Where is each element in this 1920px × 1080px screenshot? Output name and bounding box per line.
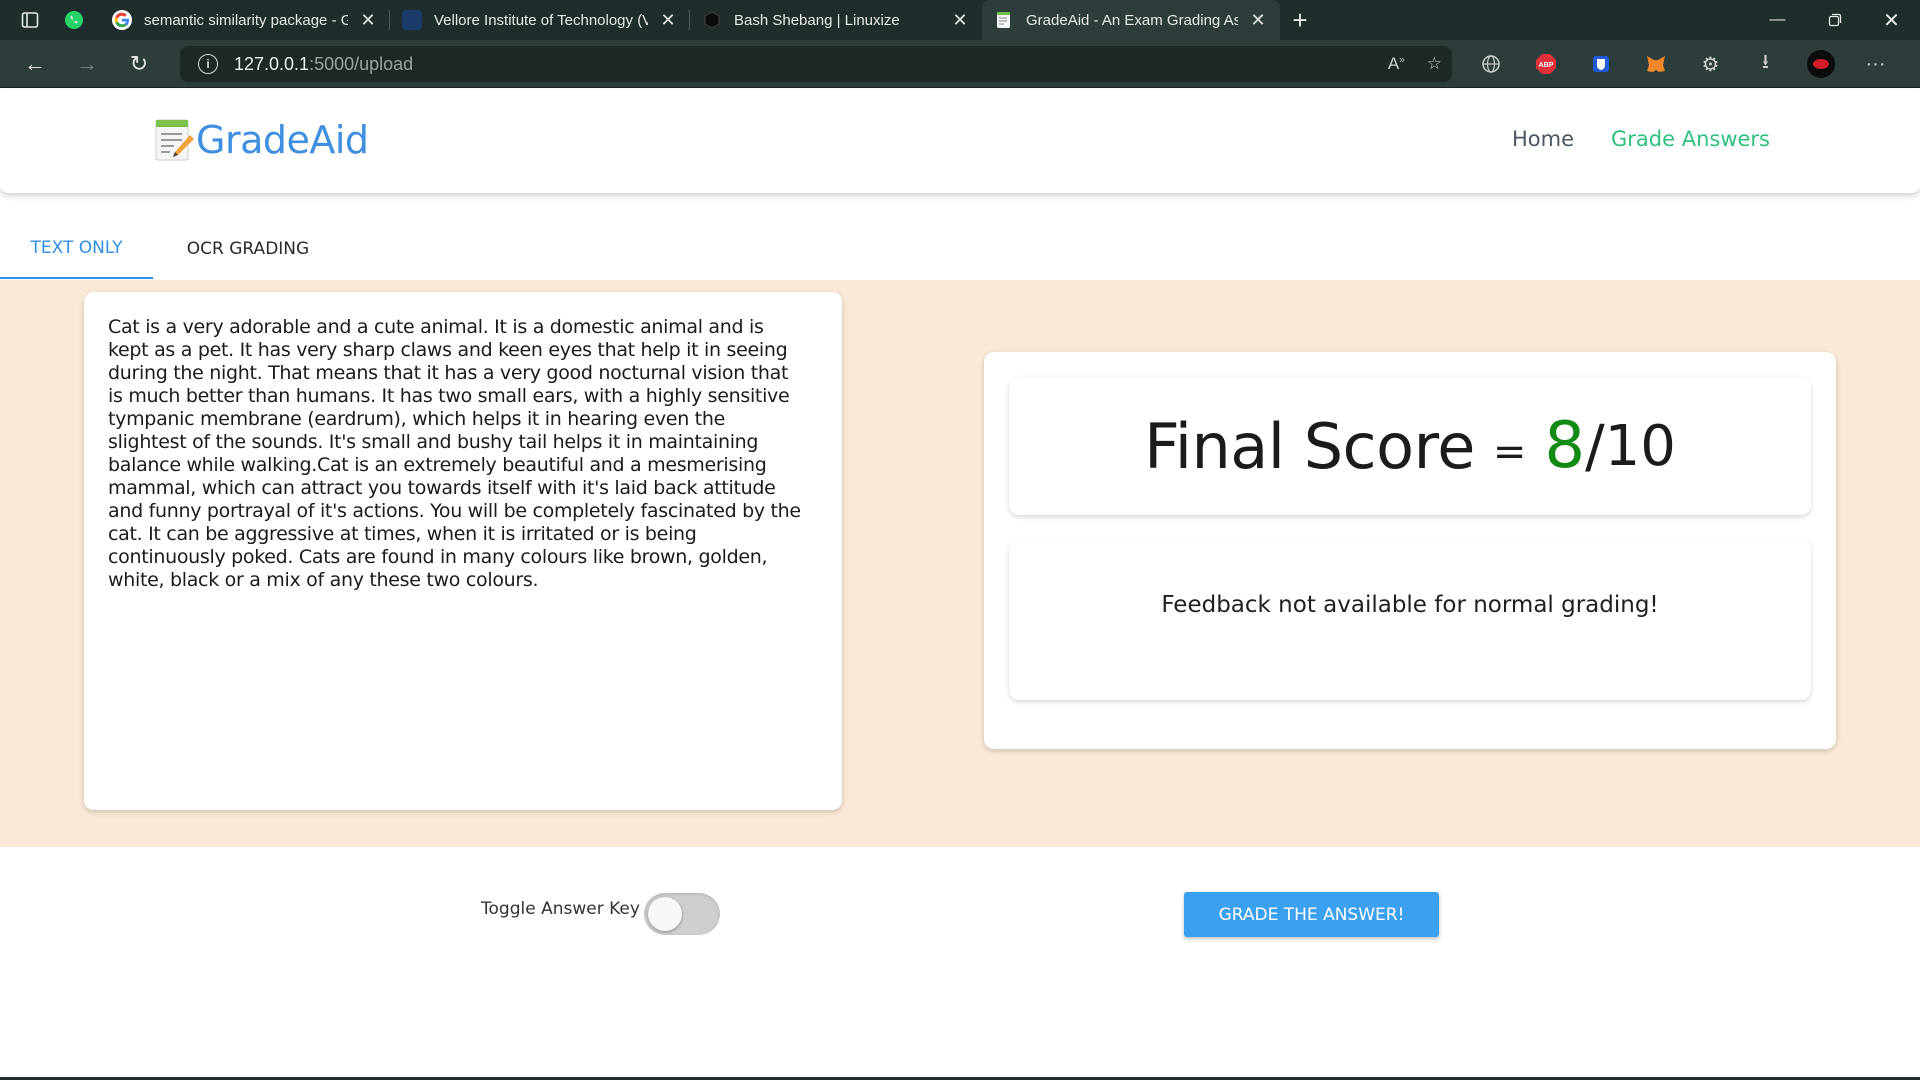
- score-max: 10: [1604, 413, 1676, 479]
- result-card: Final Score = 8 / 10 Feedback not availa…: [984, 352, 1836, 749]
- close-tab-icon[interactable]: ✕: [1248, 10, 1268, 31]
- answer-key-toggle-row: Toggle Answer Key: [481, 893, 720, 935]
- extensions-bar: ABP ⚙ ⭳ ···: [1463, 40, 1903, 88]
- notepad-pencil-icon: [154, 117, 194, 163]
- nav-grade-answers-link[interactable]: Grade Answers: [1611, 127, 1770, 151]
- page: GradeAid Home Grade Answers TEXT ONLY OC…: [0, 89, 1920, 1080]
- final-score-label: Final Score: [1144, 409, 1475, 483]
- downloads-icon[interactable]: ⭳: [1738, 47, 1793, 81]
- bitwarden-icon[interactable]: [1573, 54, 1628, 74]
- settings-more-icon[interactable]: ···: [1848, 53, 1903, 76]
- grading-mode-tabs: TEXT ONLY OCR GRADING: [0, 219, 1920, 279]
- score-value: 8: [1544, 409, 1586, 483]
- final-score-box: Final Score = 8 / 10: [1009, 377, 1811, 515]
- address-bar[interactable]: i 127.0.0.1:5000/upload A» ☆: [180, 46, 1452, 82]
- new-tab-icon[interactable]: +: [1280, 0, 1320, 40]
- nav-home-link[interactable]: Home: [1512, 127, 1574, 151]
- equals-sign: =: [1492, 429, 1527, 475]
- google-icon: [112, 10, 132, 30]
- vit-icon: [402, 10, 422, 30]
- site-header: GradeAid Home Grade Answers: [0, 89, 1920, 193]
- browser-tab[interactable]: Bash Shebang | Linuxize ✕: [690, 0, 982, 40]
- logo[interactable]: GradeAid: [154, 117, 369, 163]
- grade-answer-button[interactable]: GRADE THE ANSWER!: [1184, 892, 1439, 937]
- profile-avatar-icon[interactable]: [1793, 49, 1848, 79]
- close-tab-icon[interactable]: ✕: [358, 10, 378, 31]
- read-aloud-icon[interactable]: A»: [1388, 54, 1405, 74]
- close-window-icon[interactable]: ✕: [1863, 0, 1920, 40]
- tab-title: Bash Shebang | Linuxize: [734, 11, 900, 29]
- grading-panel: Cat is a very adorable and a cute animal…: [0, 280, 1920, 847]
- url-text[interactable]: 127.0.0.1:5000/upload: [234, 54, 413, 75]
- tab-text-only[interactable]: TEXT ONLY: [0, 219, 153, 279]
- adblock-icon[interactable]: ABP: [1518, 53, 1573, 75]
- tab-title: GradeAid - An Exam Grading Ass: [1026, 11, 1238, 29]
- svg-text:ABP: ABP: [1538, 62, 1553, 69]
- answer-text[interactable]: Cat is a very adorable and a cute animal…: [108, 316, 808, 592]
- favorite-add-icon[interactable]: ☆: [1427, 54, 1442, 74]
- minimize-icon[interactable]: —: [1749, 0, 1806, 40]
- browser-tab[interactable]: Vellore Institute of Technology (V ✕: [390, 0, 690, 40]
- toggle-answer-key-label: Toggle Answer Key: [481, 899, 640, 919]
- answer-key-toggle[interactable]: [643, 893, 720, 935]
- metamask-icon[interactable]: [1628, 54, 1683, 74]
- toggle-knob: [647, 897, 682, 931]
- site-info-icon[interactable]: i: [198, 54, 218, 74]
- close-tab-icon[interactable]: ✕: [658, 10, 678, 31]
- tab-actions-icon[interactable]: [10, 0, 50, 40]
- feedback-text: Feedback not available for normal gradin…: [1161, 592, 1659, 618]
- forward-icon[interactable]: →: [61, 40, 113, 88]
- browser-tab-bar: semantic similarity package - Go ✕ Vello…: [0, 0, 1920, 40]
- whatsapp-icon[interactable]: [54, 0, 94, 40]
- window-controls: — ✕: [1749, 0, 1920, 40]
- linuxize-icon: [702, 10, 722, 30]
- browser-tab-active[interactable]: GradeAid - An Exam Grading Ass ✕: [982, 0, 1280, 40]
- logo-text: GradeAid: [196, 118, 369, 162]
- close-tab-icon[interactable]: ✕: [950, 10, 970, 31]
- reload-icon[interactable]: ↻: [113, 40, 165, 88]
- extensions-icon[interactable]: ⚙: [1683, 52, 1738, 77]
- tab-ocr-grading[interactable]: OCR GRADING: [168, 219, 328, 279]
- browser-tab[interactable]: semantic similarity package - Go ✕: [100, 0, 390, 40]
- gradeaid-icon: [994, 10, 1014, 30]
- restore-icon[interactable]: [1806, 0, 1863, 40]
- tab-title: semantic similarity package - Go: [144, 11, 348, 29]
- score-slash: /: [1585, 412, 1605, 480]
- globe-icon[interactable]: [1463, 54, 1518, 74]
- main-nav: Home Grade Answers: [1512, 127, 1770, 151]
- feedback-box: Feedback not available for normal gradin…: [1009, 540, 1811, 700]
- answer-textbox[interactable]: Cat is a very adorable and a cute animal…: [84, 292, 842, 810]
- tab-title: Vellore Institute of Technology (V: [434, 11, 648, 29]
- back-icon[interactable]: ←: [9, 40, 61, 88]
